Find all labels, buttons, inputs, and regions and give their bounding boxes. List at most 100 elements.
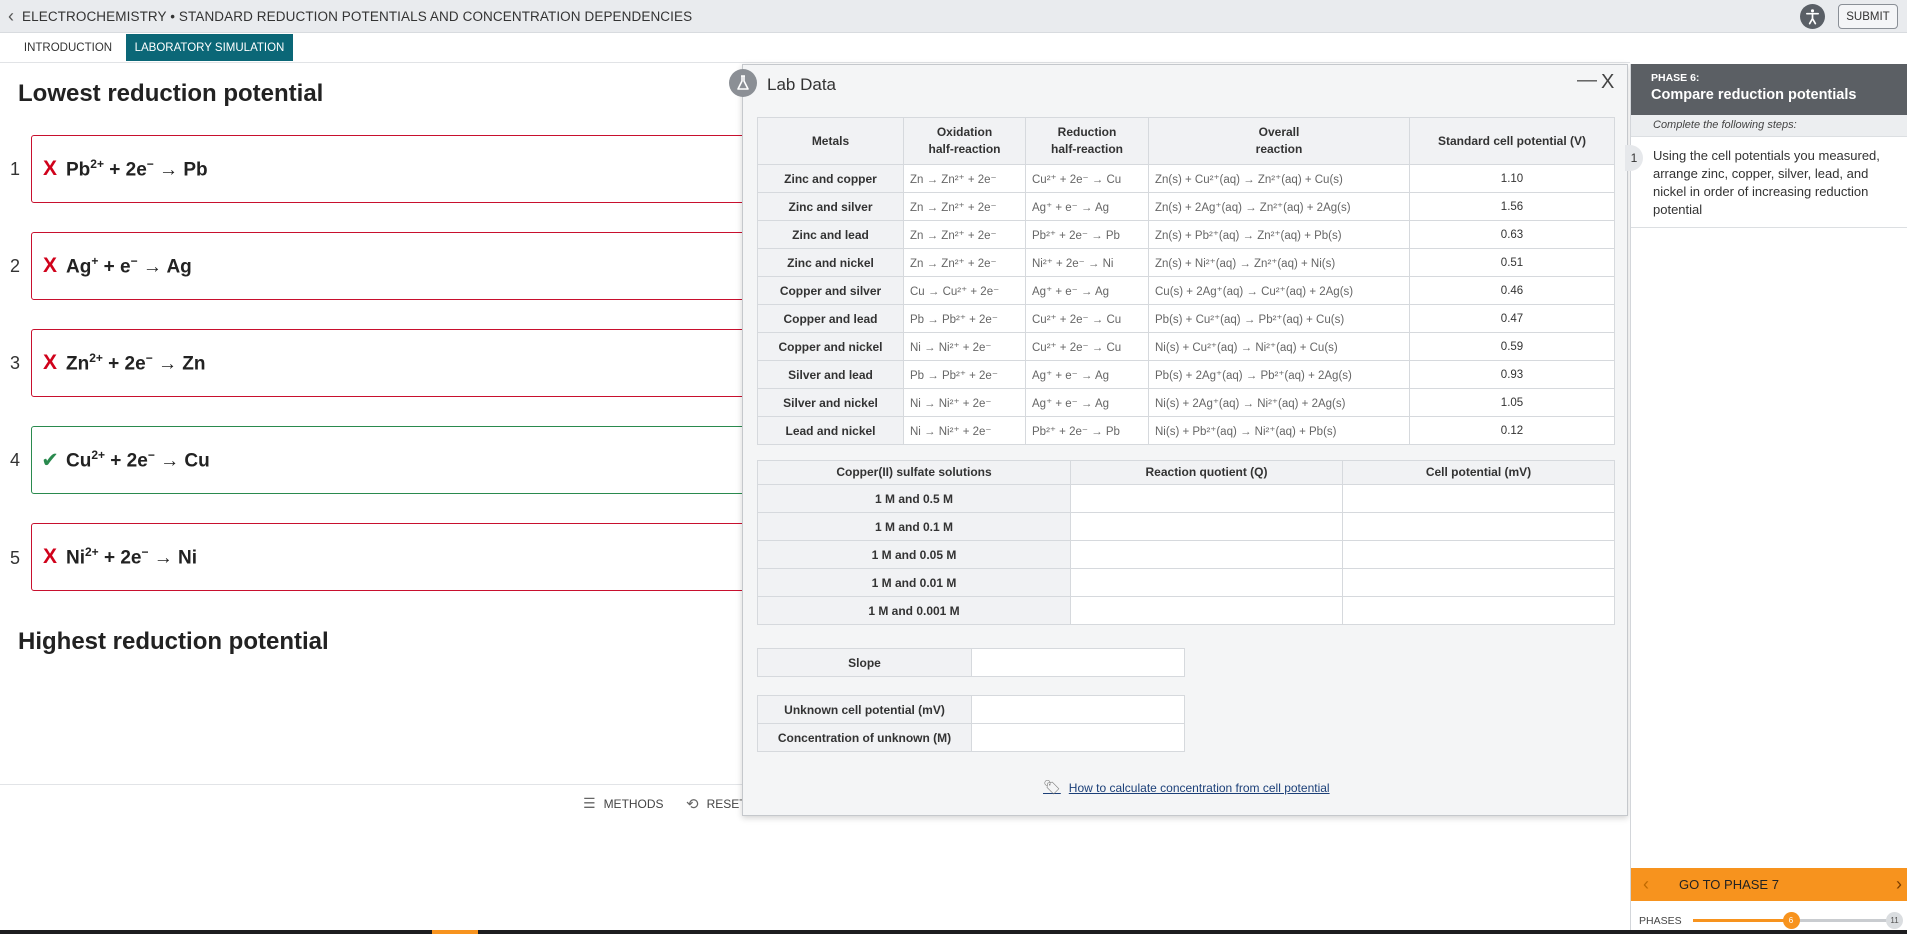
- last-phase-marker: 11: [1886, 912, 1903, 929]
- oxidation-cell: Cu → Cu²⁺ + 2e⁻: [903, 276, 1026, 305]
- overall-cell: Ni(s) + Pb²⁺(aq) → Ni²⁺(aq) + Pb(s): [1148, 416, 1410, 445]
- metals-cell: Copper and silver: [757, 276, 904, 305]
- tag-icon: 🏷: [1043, 779, 1061, 795]
- reaction-quotient-input[interactable]: [1070, 596, 1343, 625]
- oxidation-cell: Zn → Zn²⁺ + 2e⁻: [903, 248, 1026, 277]
- table-row: 1 M and 0.05 M: [757, 540, 1615, 569]
- equation-card[interactable]: X Pb2+ + 2e− → Pb: [31, 135, 751, 203]
- table-row: Silver and lead Pb → Pb²⁺ + 2e⁻ Ag⁺ + e⁻ →…: [757, 360, 1615, 389]
- cell-potential-input[interactable]: [1342, 512, 1615, 541]
- column-header: Reduction half-reaction: [1025, 117, 1149, 165]
- cell-potential-input[interactable]: [1342, 596, 1615, 625]
- steps-header: Complete the following steps:: [1631, 115, 1907, 137]
- table-header-row: Copper(II) sulfate solutions Reaction qu…: [757, 460, 1615, 485]
- overall-cell: Pb(s) + Cu²⁺(aq) → Pb²⁺(aq) + Cu(s): [1148, 304, 1410, 333]
- highest-potential-heading: Highest reduction potential: [18, 628, 329, 655]
- oxidation-cell: Zn → Zn²⁺ + 2e⁻: [903, 220, 1026, 249]
- reset-button[interactable]: ⟲ RESET: [686, 795, 747, 813]
- how-to-calculate-link[interactable]: 🏷 How to calculate concentration from ce…: [1043, 779, 1330, 796]
- cell-potential-input[interactable]: [1342, 484, 1615, 513]
- chevron-right-icon[interactable]: ›: [1896, 874, 1902, 895]
- solution-label: 1 M and 0.05 M: [757, 540, 1071, 569]
- unknown-potential-input[interactable]: [971, 695, 1185, 724]
- cell-potential-input[interactable]: [1342, 568, 1615, 597]
- potential-cell: 0.46: [1409, 276, 1615, 305]
- minimize-button[interactable]: —: [1577, 69, 1597, 92]
- phase-track-fill: [1693, 919, 1791, 922]
- half-reaction-label: Pb2+ + 2e− → Pb: [66, 156, 208, 181]
- methods-button[interactable]: ☰ METHODS: [583, 795, 664, 812]
- metals-cell: Copper and nickel: [757, 332, 904, 361]
- table-row: Lead and nickel Ni → Ni²⁺ + 2e⁻ Pb²⁺ + 2e⁻…: [757, 416, 1615, 445]
- reduction-cell: Ag⁺ + e⁻ → Ag: [1025, 192, 1149, 221]
- reaction-quotient-input[interactable]: [1070, 540, 1343, 569]
- reduction-cell: Ag⁺ + e⁻ → Ag: [1025, 276, 1149, 305]
- oxidation-cell: Zn → Zn²⁺ + 2e⁻: [903, 192, 1026, 221]
- equation-card[interactable]: ✔ Cu2+ + 2e− → Cu: [31, 426, 751, 494]
- equation-card[interactable]: X Zn2+ + 2e− → Zn: [31, 329, 751, 397]
- slope-label: Slope: [757, 648, 972, 677]
- row-number: 4: [10, 450, 21, 470]
- tab-laboratory-simulation[interactable]: LABORATORY SIMULATION: [126, 34, 293, 61]
- bottom-bar: [0, 930, 1907, 934]
- cell-potentials-table: Metals Oxidation half-reaction Reduction…: [757, 117, 1615, 445]
- metals-cell: Silver and nickel: [757, 388, 904, 417]
- oxidation-cell: Ni → Ni²⁺ + 2e⁻: [903, 332, 1026, 361]
- chevron-left-icon[interactable]: ‹: [1631, 874, 1661, 895]
- table-row: 1 M and 0.1 M: [757, 512, 1615, 541]
- oxidation-cell: Ni → Ni²⁺ + 2e⁻: [903, 416, 1026, 445]
- half-reaction-label: Zn2+ + 2e− → Zn: [66, 350, 206, 375]
- cell-potential-input[interactable]: [1342, 540, 1615, 569]
- phase-sidebar: PHASE 6: Compare reduction potentials Co…: [1625, 64, 1907, 934]
- reaction-quotient-input[interactable]: [1070, 568, 1343, 597]
- reduction-cell: Cu²⁺ + 2e⁻ → Cu: [1025, 164, 1149, 193]
- slope-input[interactable]: [971, 648, 1185, 677]
- equation-card[interactable]: X Ag+ + e− → Ag: [31, 232, 751, 300]
- equation-card[interactable]: X Ni2+ + 2e− → Ni: [31, 523, 751, 591]
- close-button[interactable]: X: [1601, 71, 1614, 94]
- lowest-potential-heading: Lowest reduction potential: [18, 80, 324, 107]
- table-row: Unknown cell potential (mV): [757, 695, 1185, 724]
- overall-cell: Zn(s) + Ni²⁺(aq) → Zn²⁺(aq) + Ni(s): [1148, 248, 1410, 277]
- tab-introduction[interactable]: INTRODUCTION: [17, 34, 119, 61]
- metals-cell: Zinc and copper: [757, 164, 904, 193]
- lab-data-window: Lab Data — X Metals Oxidation half-react…: [729, 64, 1628, 816]
- half-reaction-label: Ag+ + e− → Ag: [66, 253, 192, 278]
- overall-cell: Ni(s) + 2Ag⁺(aq) → Ni²⁺(aq) + 2Ag(s): [1148, 388, 1410, 417]
- oxidation-cell: Ni → Ni²⁺ + 2e⁻: [903, 388, 1026, 417]
- row-number: 1: [10, 159, 21, 179]
- phase-header: PHASE 6: Compare reduction potentials: [1631, 64, 1907, 115]
- table-row: Copper and silver Cu → Cu²⁺ + 2e⁻ Ag⁺ + e⁻…: [757, 276, 1615, 305]
- potential-cell: 0.51: [1409, 248, 1615, 277]
- overall-cell: Zn(s) + Cu²⁺(aq) → Zn²⁺(aq) + Cu(s): [1148, 164, 1410, 193]
- bottom-bar-accent: [432, 930, 478, 934]
- step-number: 1: [1625, 145, 1643, 171]
- list-icon: ☰: [583, 795, 596, 811]
- unknown-potential-label: Unknown cell potential (mV): [757, 695, 972, 724]
- column-header: Metals: [757, 117, 904, 165]
- table-row: Zinc and nickel Zn → Zn²⁺ + 2e⁻ Ni²⁺ + 2e⁻…: [757, 248, 1615, 277]
- overall-cell: Pb(s) + 2Ag⁺(aq) → Pb²⁺(aq) + 2Ag(s): [1148, 360, 1410, 389]
- potential-cell: 0.63: [1409, 220, 1615, 249]
- phase-number-label: PHASE 6:: [1651, 72, 1700, 84]
- accessibility-icon[interactable]: [1800, 4, 1825, 29]
- row-number: 3: [10, 353, 21, 373]
- lab-data-header[interactable]: Lab Data — X: [729, 65, 1627, 101]
- metals-cell: Zinc and nickel: [757, 248, 904, 277]
- solution-label: 1 M and 0.001 M: [757, 596, 1071, 625]
- checkmark-icon: ✔: [41, 448, 59, 472]
- unknown-concentration-input[interactable]: [971, 723, 1185, 752]
- reaction-quotient-input[interactable]: [1070, 512, 1343, 541]
- reaction-quotient-input[interactable]: [1070, 484, 1343, 513]
- overall-cell: Zn(s) + 2Ag⁺(aq) → Zn²⁺(aq) + 2Ag(s): [1148, 192, 1410, 221]
- top-bar: ‹ ELECTROCHEMISTRY • STANDARD REDUCTION …: [0, 0, 1907, 33]
- reduction-cell: Ag⁺ + e⁻ → Ag: [1025, 388, 1149, 417]
- potential-cell: 0.47: [1409, 304, 1615, 333]
- current-phase-knob[interactable]: 6: [1782, 912, 1800, 929]
- go-to-phase-button[interactable]: ‹ GO TO PHASE 7 ›: [1631, 868, 1907, 901]
- back-chevron-icon[interactable]: ‹: [0, 0, 22, 33]
- potential-cell: 0.93: [1409, 360, 1615, 389]
- reduction-cell: Cu²⁺ + 2e⁻ → Cu: [1025, 332, 1149, 361]
- submit-button[interactable]: SUBMIT: [1838, 4, 1898, 29]
- reduction-cell: Ni²⁺ + 2e⁻ → Ni: [1025, 248, 1149, 277]
